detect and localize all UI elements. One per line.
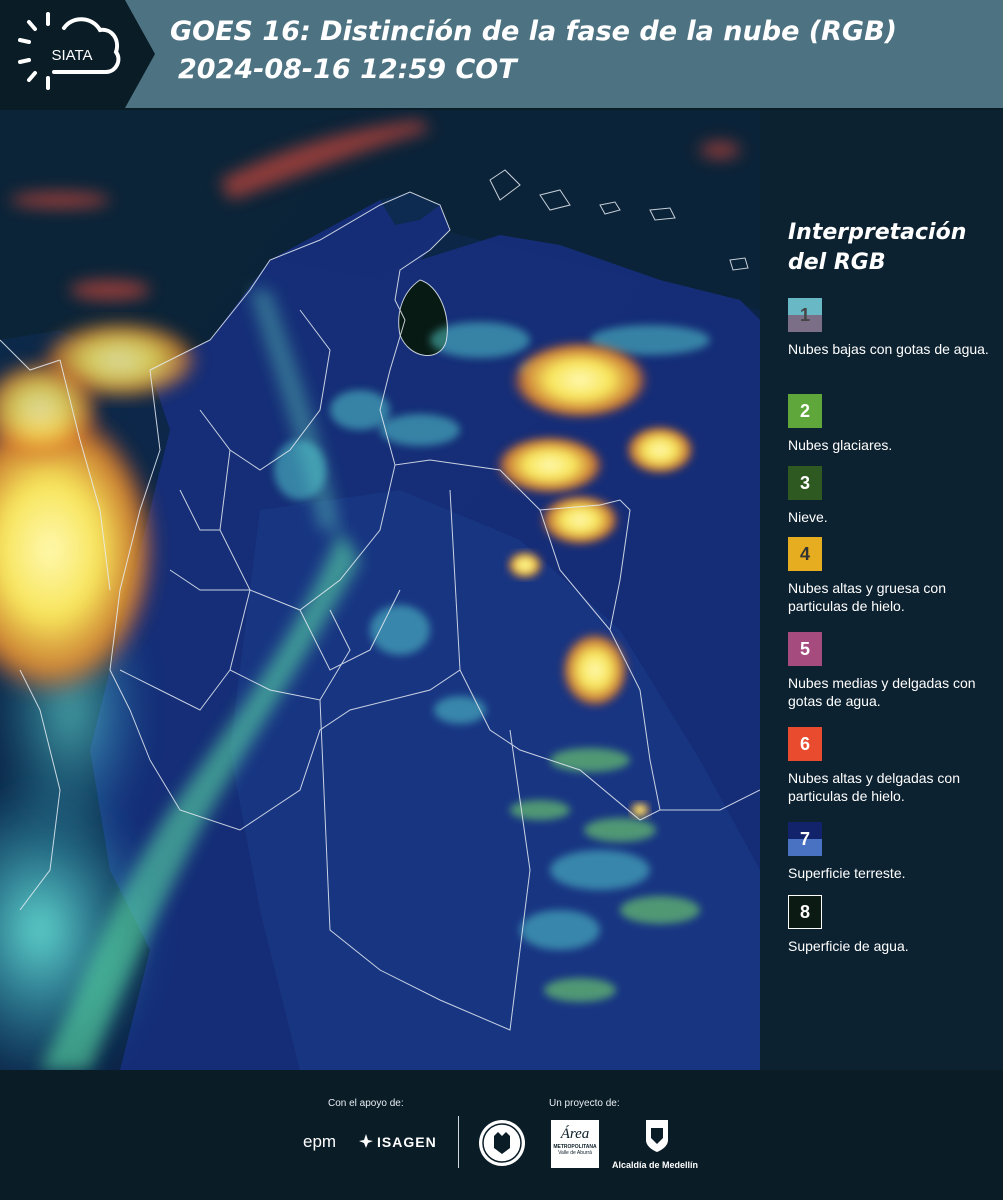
legend-swatch: 2 [788, 394, 822, 428]
legend-item-6: 6 Nubes altas y delgadas con particulas d… [788, 727, 993, 805]
project-label: Un proyecto de: [549, 1098, 620, 1109]
footer-divider [458, 1116, 459, 1168]
legend-item-5: 5 Nubes medias y delgadas con gotas de ag… [788, 632, 993, 710]
legend-swatch: 4 [788, 537, 822, 571]
legend-label: Superficie terreste. [788, 865, 906, 881]
header: SIATA GOES 16: Distinción de la fase de … [0, 0, 1003, 110]
legend-number: 1 [799, 304, 810, 325]
legend-number: 7 [799, 828, 810, 849]
legend-label: Nubes altas y delgadas con particulas de… [788, 770, 960, 804]
legend-label: Superficie de agua. [788, 938, 909, 954]
alcaldia-shield-icon [646, 1120, 668, 1152]
legend-number: 2 [799, 400, 810, 421]
legend-swatch: 7 [788, 822, 822, 856]
page-title: GOES 16: Distinción de la fase de la nub… [170, 16, 897, 47]
support-label: Con el apoyo de: [328, 1098, 404, 1109]
legend-number: 5 [799, 638, 810, 659]
epm-logo: epm [303, 1132, 337, 1151]
legend-swatch: 8 [788, 895, 822, 929]
area-metropolitana-logo: Área METROPOLITANA Valle de Aburrá [551, 1120, 599, 1168]
legend-label: Nubes glaciares. [788, 437, 893, 453]
seal-icon [479, 1120, 525, 1166]
legend-label: Nieve. [788, 509, 828, 525]
legend-label: Nubes altas y gruesa con particulas de h… [788, 580, 946, 614]
satellite-map [0, 110, 760, 1070]
legend-number: 4 [799, 543, 810, 564]
legend-label: Nubes medias y delgadas con gotas de agu… [788, 675, 976, 709]
legend-item-4: 4 Nubes altas y gruesa con particulas de … [788, 537, 993, 615]
isagen-logo: ISAGEN [377, 1134, 437, 1150]
footer: Con el apoyo de: Un proyecto de: epm ISA… [0, 1070, 1003, 1200]
legend-swatch: 5 [788, 632, 822, 666]
legend-item-8: 8 Superficie de agua. [788, 895, 993, 955]
legend-item-2: 2 Nubes glaciares. [788, 394, 993, 454]
legend-number: 8 [799, 901, 810, 922]
alcaldia-label: Alcaldía de Medellín [612, 1160, 699, 1170]
svg-text:SIATA: SIATA [51, 47, 92, 64]
legend-swatch: 1 [788, 298, 822, 332]
legend-panel: Interpretación del RGB 1 Nubes bajas con … [760, 110, 1003, 1070]
legend-item-3: 3 Nieve. [788, 466, 993, 526]
timestamp: 2024-08-16 12:59 COT [178, 54, 517, 85]
legend-swatch: 6 [788, 727, 822, 761]
siata-logo-icon: SIATA [18, 12, 121, 90]
legend-title: Interpretación del RGB [788, 220, 967, 275]
legend-item-1: 1 Nubes bajas con gotas de agua. [788, 298, 993, 358]
satellite-rgb-image [0, 110, 760, 1070]
legend-label: Nubes bajas con gotas de agua. [788, 341, 989, 357]
legend-swatch: 3 [788, 466, 822, 500]
legend-item-7: 7 Superficie terreste. [788, 822, 993, 882]
legend-number: 3 [799, 472, 810, 493]
legend-number: 6 [799, 733, 810, 754]
isagen-logo-icon [359, 1134, 373, 1148]
